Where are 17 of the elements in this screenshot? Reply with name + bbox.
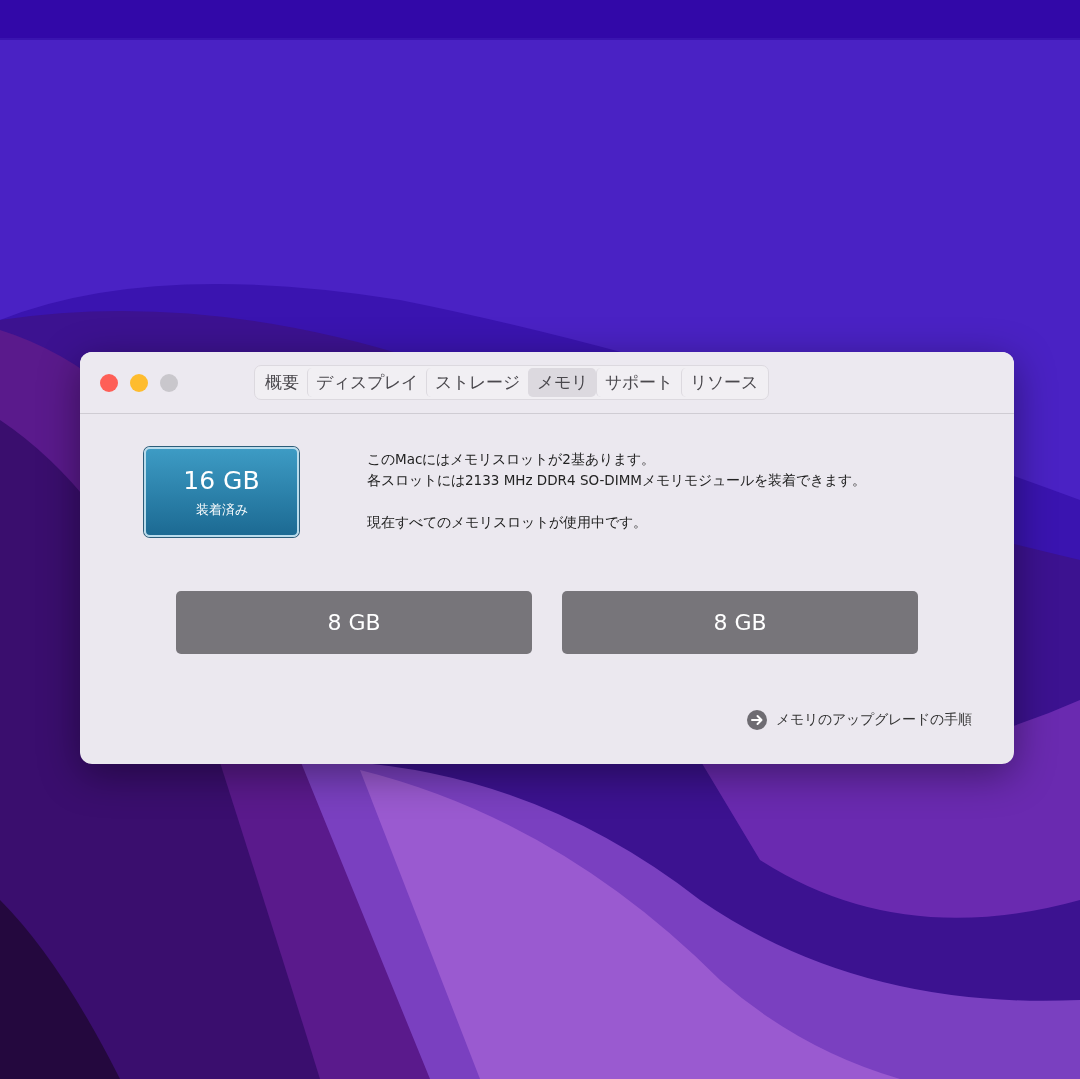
memory-total: 16 GB [183, 465, 260, 495]
memory-slot: 8 GB [176, 591, 532, 654]
tab[interactable]: ディスプレイ [307, 368, 426, 397]
memory-status: 装着済み [195, 500, 248, 519]
window-control-icon[interactable] [130, 373, 148, 392]
tab[interactable]: サポート [596, 368, 681, 397]
tab[interactable]: メモリ [528, 368, 596, 397]
tab[interactable]: 概要 [257, 368, 307, 397]
info-text: 各スロットには2133 MHz DDR4 SO-DIMMメモリモジュールを装着できます。 [367, 471, 866, 490]
upgrade-link[interactable]: メモリのアップグレードの手順 [747, 710, 972, 730]
memory-slot: 8 GB [562, 591, 918, 654]
tab[interactable]: リソース [681, 368, 766, 397]
link-text[interactable]: メモリのアップグレードの手順 [776, 711, 972, 729]
info-text: このMacにはメモリスロットが2基あります。 [367, 450, 656, 469]
window-control-icon[interactable] [160, 373, 178, 392]
window-control-icon[interactable] [100, 373, 118, 392]
info-text: 現在すべてのメモリスロットが使用中です。 [367, 513, 648, 532]
